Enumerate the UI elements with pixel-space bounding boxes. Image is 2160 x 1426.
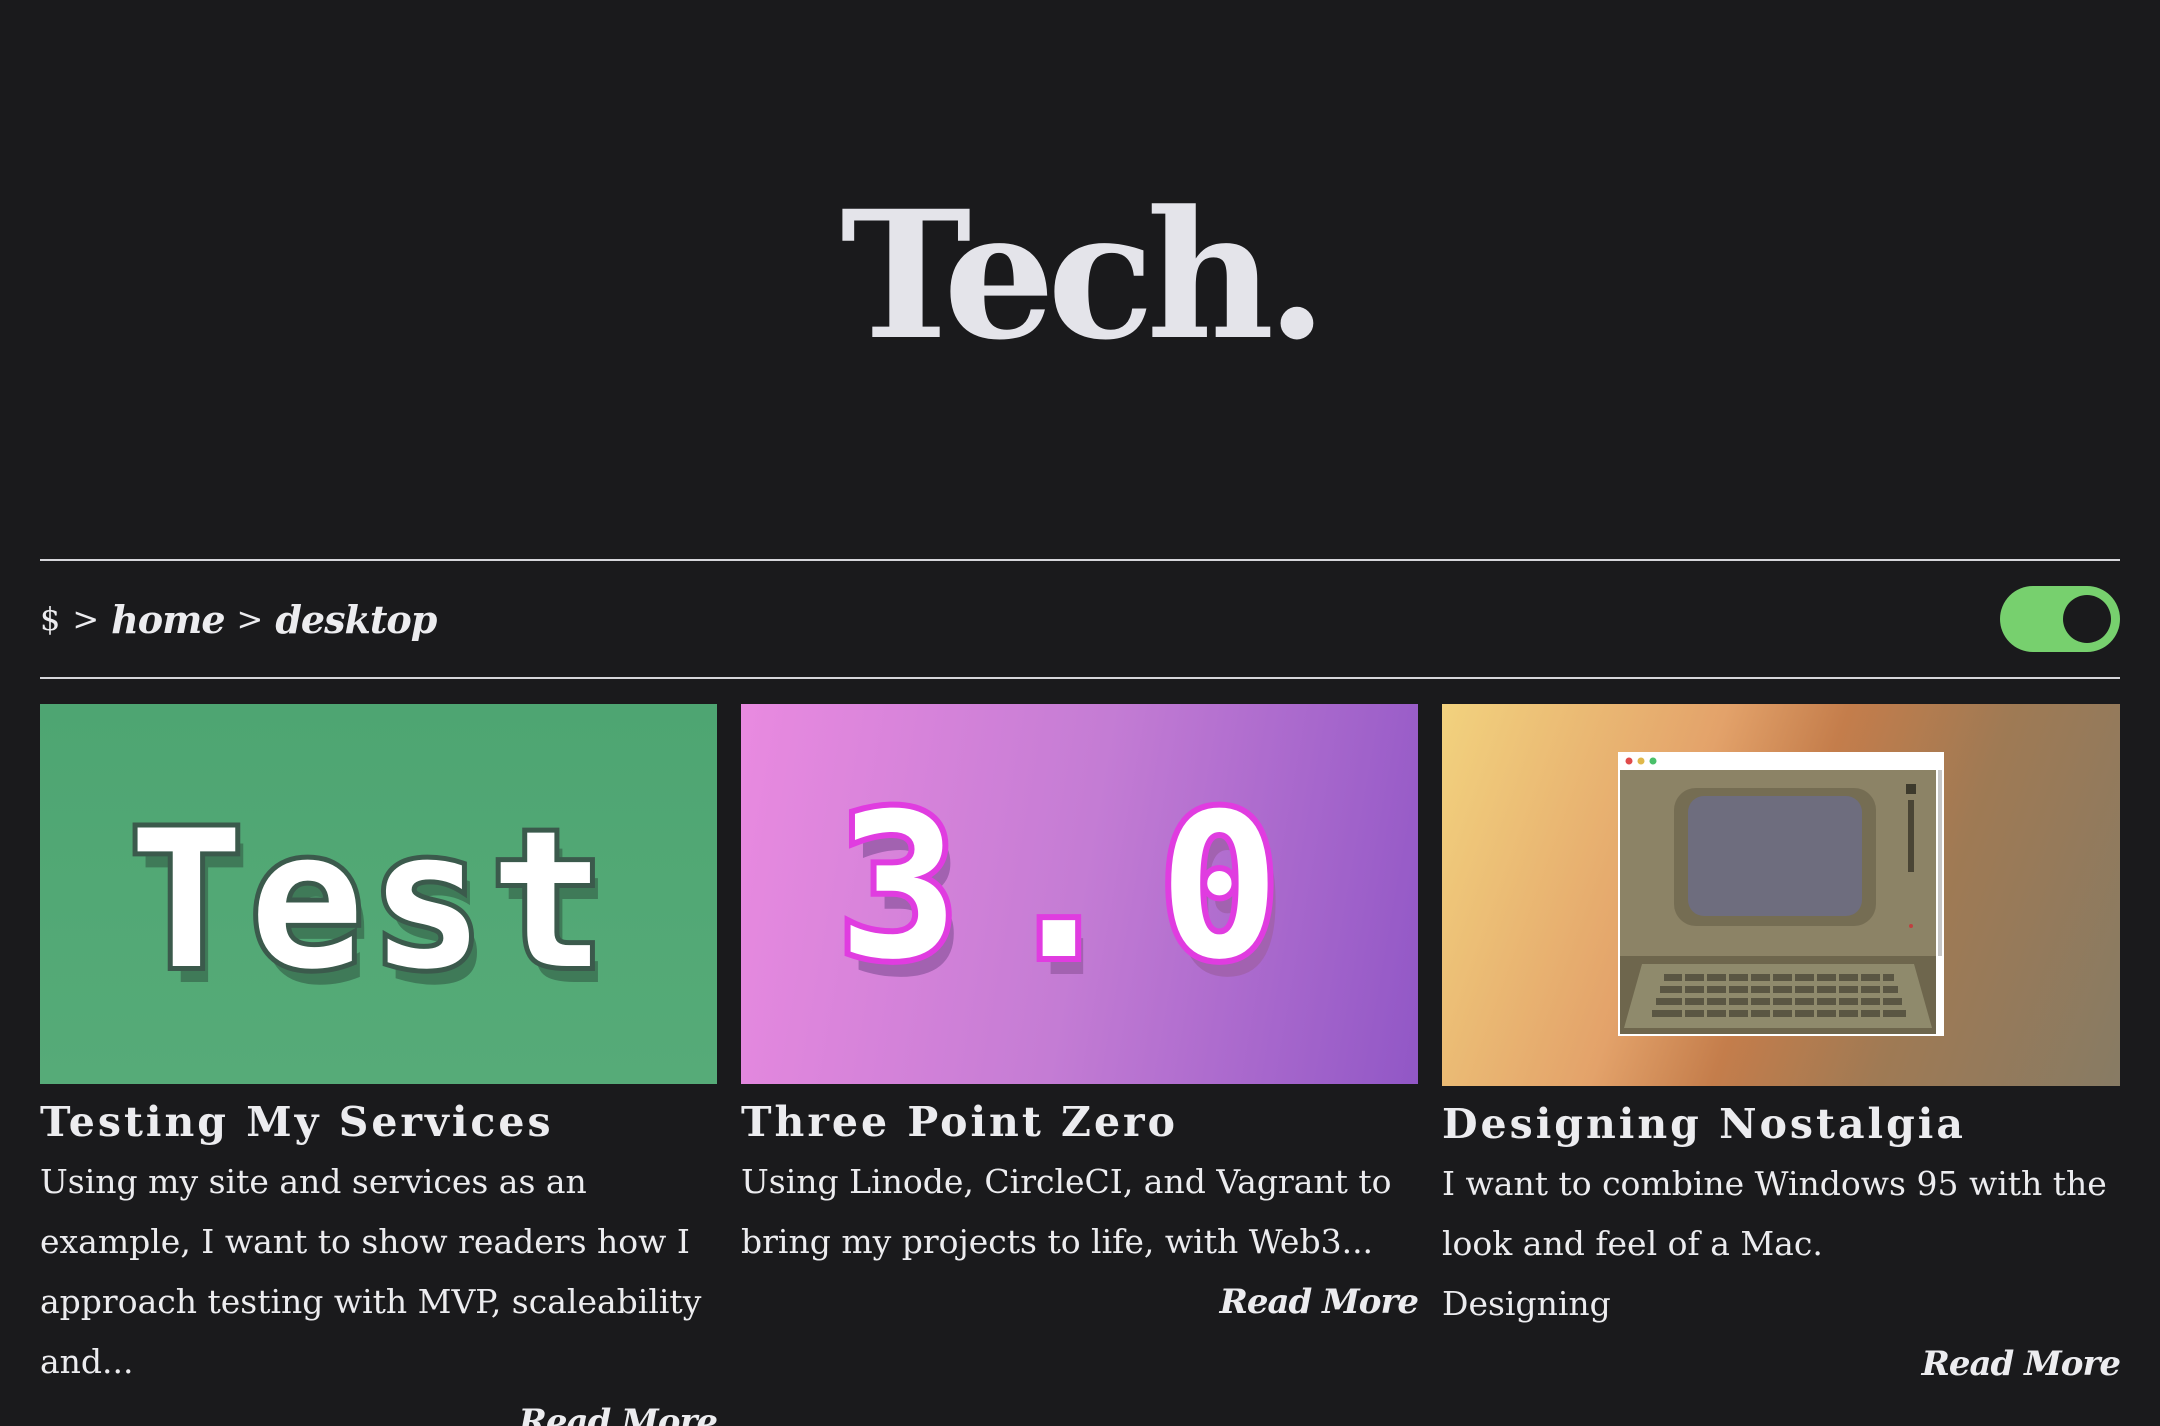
header-divider-top	[40, 559, 2120, 561]
post-title[interactable]: Three Point Zero	[741, 1098, 1418, 1146]
site-title: Tech.	[840, 172, 1327, 379]
header-divider-bottom	[40, 677, 2120, 679]
post-card-three-point-zero: 3.0 3.0 Three Point Zero Using Linode, C…	[741, 704, 1419, 1332]
post-description: Using Linode, CircleCI, and Vagrant to b…	[741, 1162, 1392, 1261]
post-card-testing: Test Test Testing My Services Using my s…	[40, 704, 718, 1426]
breadcrumb: $ > home > desktop	[40, 594, 448, 644]
thumbnail-text: 3.0	[838, 771, 1319, 1004]
theme-toggle[interactable]	[2000, 586, 2120, 652]
breadcrumb-prompt: $	[40, 600, 61, 638]
toggle-knob	[2063, 595, 2111, 643]
post-thumbnail[interactable]: 3.0 3.0	[741, 704, 1418, 1084]
breadcrumb-item-desktop[interactable]: desktop	[275, 597, 437, 642]
pixel-text-image: 3.0 3.0	[832, 765, 1319, 1022]
post-description: Using my site and services as an example…	[40, 1162, 702, 1381]
post-title[interactable]: Testing My Services	[40, 1098, 717, 1146]
post-card-designing-nostalgia: Designing Nostalgia I want to combine Wi…	[1442, 704, 2121, 1394]
thumbnail-text: Test	[129, 790, 611, 1011]
pixel-text-image: Test Test	[124, 785, 613, 1027]
retro-computer-illustration	[1618, 752, 1944, 1036]
post-description: I want to combine Windows 95 with the lo…	[1442, 1164, 2107, 1263]
breadcrumb-item-home[interactable]: home	[111, 597, 225, 642]
post-thumbnail[interactable]	[1442, 704, 2120, 1086]
read-more-link[interactable]: Read More	[1442, 1334, 2121, 1394]
read-more-link[interactable]: Read More	[741, 1272, 1419, 1332]
post-thumbnail[interactable]: Test Test	[40, 704, 717, 1084]
post-title[interactable]: Designing Nostalgia	[1442, 1100, 2120, 1148]
read-more-link[interactable]: Read More	[40, 1392, 718, 1426]
breadcrumb-separator: >	[236, 600, 264, 638]
breadcrumb-separator: >	[72, 600, 100, 638]
post-tag: Designing	[1442, 1284, 1611, 1323]
